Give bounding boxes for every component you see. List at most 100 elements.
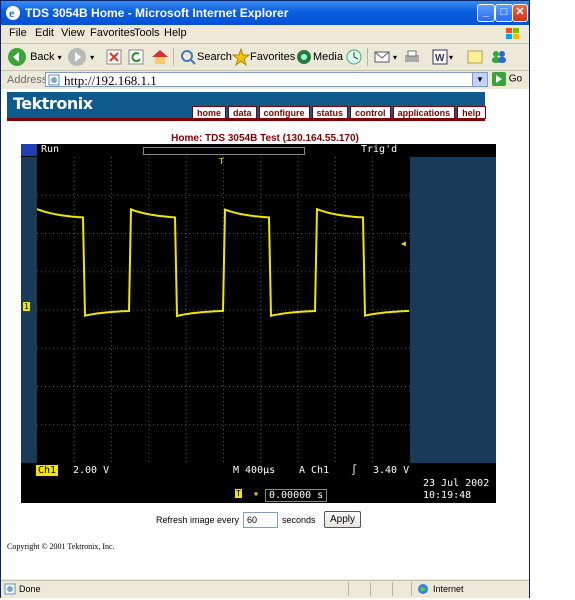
go-label: Go [508, 73, 523, 85]
trigger-level: 3.40 V [373, 465, 410, 476]
ie-icon: e [6, 6, 20, 20]
trigger-status: Trig'd [361, 144, 398, 155]
address-input[interactable]: http://192.168.1.1 ▼ [45, 72, 488, 88]
address-bar: Address http://192.168.1.1 ▼ Go [1, 71, 529, 90]
status-text: Done [19, 584, 41, 594]
search-icon [181, 50, 196, 65]
refresh-button[interactable] [127, 47, 145, 67]
seconds-label: seconds [282, 515, 316, 525]
go-button[interactable]: Go [492, 72, 522, 86]
refresh-controls: Refresh image every 60 seconds Apply [1, 511, 529, 531]
status-bar: Done Internet [1, 580, 529, 598]
refresh-label: Refresh image every [156, 515, 240, 525]
page-content: Tektronix home data configure status con… [1, 89, 529, 579]
scope-screen-image: Run Trig'd 1 T ◀ Ch1 2.00 V M 400µs A Ch… [21, 144, 496, 503]
run-indicator [21, 144, 37, 156]
trigger-source: A Ch1 [299, 465, 330, 476]
search-button[interactable]: Search [179, 47, 232, 67]
acquisition-mode: Run [41, 144, 60, 155]
history-button[interactable] [345, 47, 363, 67]
apply-button[interactable]: Apply [324, 511, 361, 528]
forward-arrow-icon [68, 48, 86, 67]
menu-help[interactable]: Help [164, 27, 187, 39]
scope-time: 10:19:48 [423, 490, 472, 501]
minimize-button[interactable]: _ [477, 4, 495, 22]
menu-view[interactable]: View [61, 27, 85, 39]
status-separator [392, 582, 393, 596]
ch1-ground-marker: 1 [23, 302, 30, 311]
messenger-button[interactable] [489, 47, 509, 67]
window-title: TDS 3054B Home - Microsoft Internet Expl… [25, 6, 289, 20]
discuss-button[interactable] [466, 47, 484, 67]
trigger-slope-icon: ∫ [351, 465, 358, 476]
history-icon [346, 49, 362, 65]
channel-label: Ch1 [36, 465, 59, 476]
print-button[interactable] [403, 47, 421, 67]
menu-edit[interactable]: Edit [35, 27, 54, 39]
mail-icon [374, 51, 390, 63]
page-title: Home: TDS 3054B Test (130.164.55.170) [171, 133, 359, 144]
record-view-bar [143, 147, 305, 155]
address-label: Address [7, 74, 48, 86]
back-label: Back [30, 51, 55, 63]
stop-button[interactable] [105, 47, 123, 67]
forward-button[interactable]: ▾ [67, 47, 94, 67]
trigger-position-marker: T [219, 157, 224, 166]
windows-logo-icon [506, 28, 519, 39]
brand-logo: Tektronix [13, 94, 93, 113]
menu-favorites[interactable]: Favorites [90, 27, 135, 39]
messenger-icon [492, 51, 506, 64]
search-label: Search [197, 51, 232, 63]
waveform-plot [37, 157, 410, 463]
status-separator [411, 582, 412, 596]
menu-tools[interactable]: Tools [134, 27, 160, 39]
timebase-readout: M 400µs [233, 465, 276, 476]
edit-button[interactable]: W ▾ [431, 47, 453, 67]
browser-window: e TDS 3054B Home - Microsoft Internet Ex… [0, 0, 530, 598]
trigger-offset-arrow: ▾ [253, 489, 260, 500]
scope-date: 23 Jul 2002 [423, 478, 490, 489]
page-done-icon [4, 583, 16, 595]
status-separator [348, 582, 349, 596]
back-arrow-icon [8, 48, 26, 67]
home-icon [152, 50, 168, 65]
header-rule [7, 118, 485, 121]
svg-text:e: e [9, 6, 15, 20]
trigger-offset: 0.00000 s [265, 489, 328, 502]
trigger-offset-marker: T [235, 489, 242, 498]
stop-icon [106, 49, 122, 65]
back-button[interactable]: Back ▾ [7, 47, 62, 67]
trigger-level-marker: ◀ [401, 239, 406, 248]
page-icon [48, 74, 60, 86]
printer-icon [405, 50, 419, 63]
media-button[interactable]: Media [295, 47, 343, 67]
mail-button[interactable]: ▾ [373, 47, 397, 67]
go-arrow-icon [492, 72, 506, 86]
star-icon [232, 48, 250, 67]
menu-bar: File Edit View Favorites Tools Help [1, 25, 529, 44]
toolbar: Back ▾ ▾ Search Favorites Media ▾ W ▾ [1, 44, 529, 71]
close-button[interactable]: ✕ [512, 4, 528, 22]
address-url: http://192.168.1.1 [64, 73, 157, 88]
zone-text: Internet [433, 584, 464, 594]
maximize-button[interactable]: □ [495, 4, 513, 22]
note-icon [467, 50, 483, 64]
refresh-icon [128, 49, 144, 65]
internet-zone-icon [418, 584, 428, 594]
media-icon [297, 50, 311, 65]
media-label: Media [313, 51, 343, 63]
menu-file[interactable]: File [9, 27, 27, 39]
svg-text:W: W [435, 53, 445, 64]
refresh-seconds-input[interactable]: 60 [243, 512, 278, 528]
copyright: Copyright © 2001 Tektronix, Inc. [7, 542, 115, 551]
volts-per-div: 2.00 V [73, 465, 110, 476]
favorites-button[interactable]: Favorites [232, 47, 295, 67]
tektronix-header: Tektronix home data configure status con… [7, 92, 486, 119]
address-dropdown[interactable]: ▼ [472, 73, 487, 86]
status-separator [370, 582, 371, 596]
word-icon: W [432, 49, 448, 65]
graticule [37, 157, 410, 463]
favorites-label: Favorites [250, 51, 296, 63]
title-bar[interactable]: e TDS 3054B Home - Microsoft Internet Ex… [1, 1, 529, 25]
home-button[interactable] [150, 47, 170, 67]
